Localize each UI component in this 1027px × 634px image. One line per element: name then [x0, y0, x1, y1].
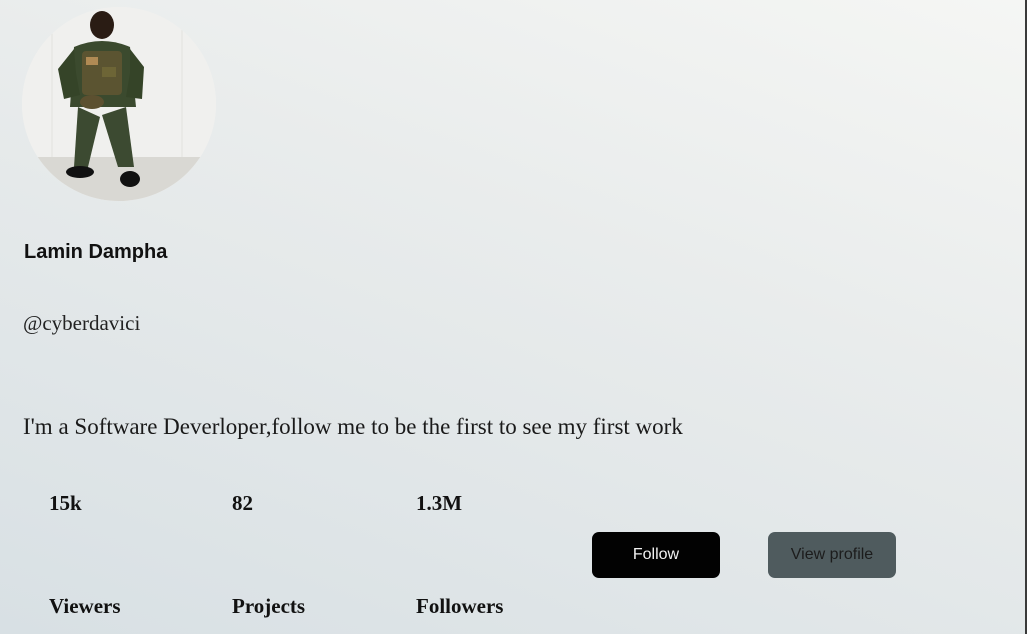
stat-viewers-value: 15k: [49, 491, 82, 515]
view-profile-button-label: View profile: [790, 546, 874, 563]
stat-followers-value: 1.3M: [416, 491, 463, 515]
stat-viewers-label: Viewers: [49, 594, 121, 618]
stat-projects-value: 82: [232, 491, 253, 515]
avatar-photo-icon: [22, 7, 216, 201]
stat-followers-label: Followers: [416, 594, 504, 618]
follow-button[interactable]: Follow: [592, 532, 720, 578]
view-profile-button[interactable]: View profile: [768, 532, 896, 578]
follow-button-label: Follow: [632, 546, 680, 563]
profile-bio: I'm a Software Deverloper,follow me to b…: [23, 414, 683, 439]
profile-handle: @cyberdavici: [23, 311, 141, 335]
stat-projects-label: Projects: [232, 594, 306, 618]
profile-name: Lamin Dampha: [24, 241, 168, 263]
avatar: [22, 7, 216, 201]
